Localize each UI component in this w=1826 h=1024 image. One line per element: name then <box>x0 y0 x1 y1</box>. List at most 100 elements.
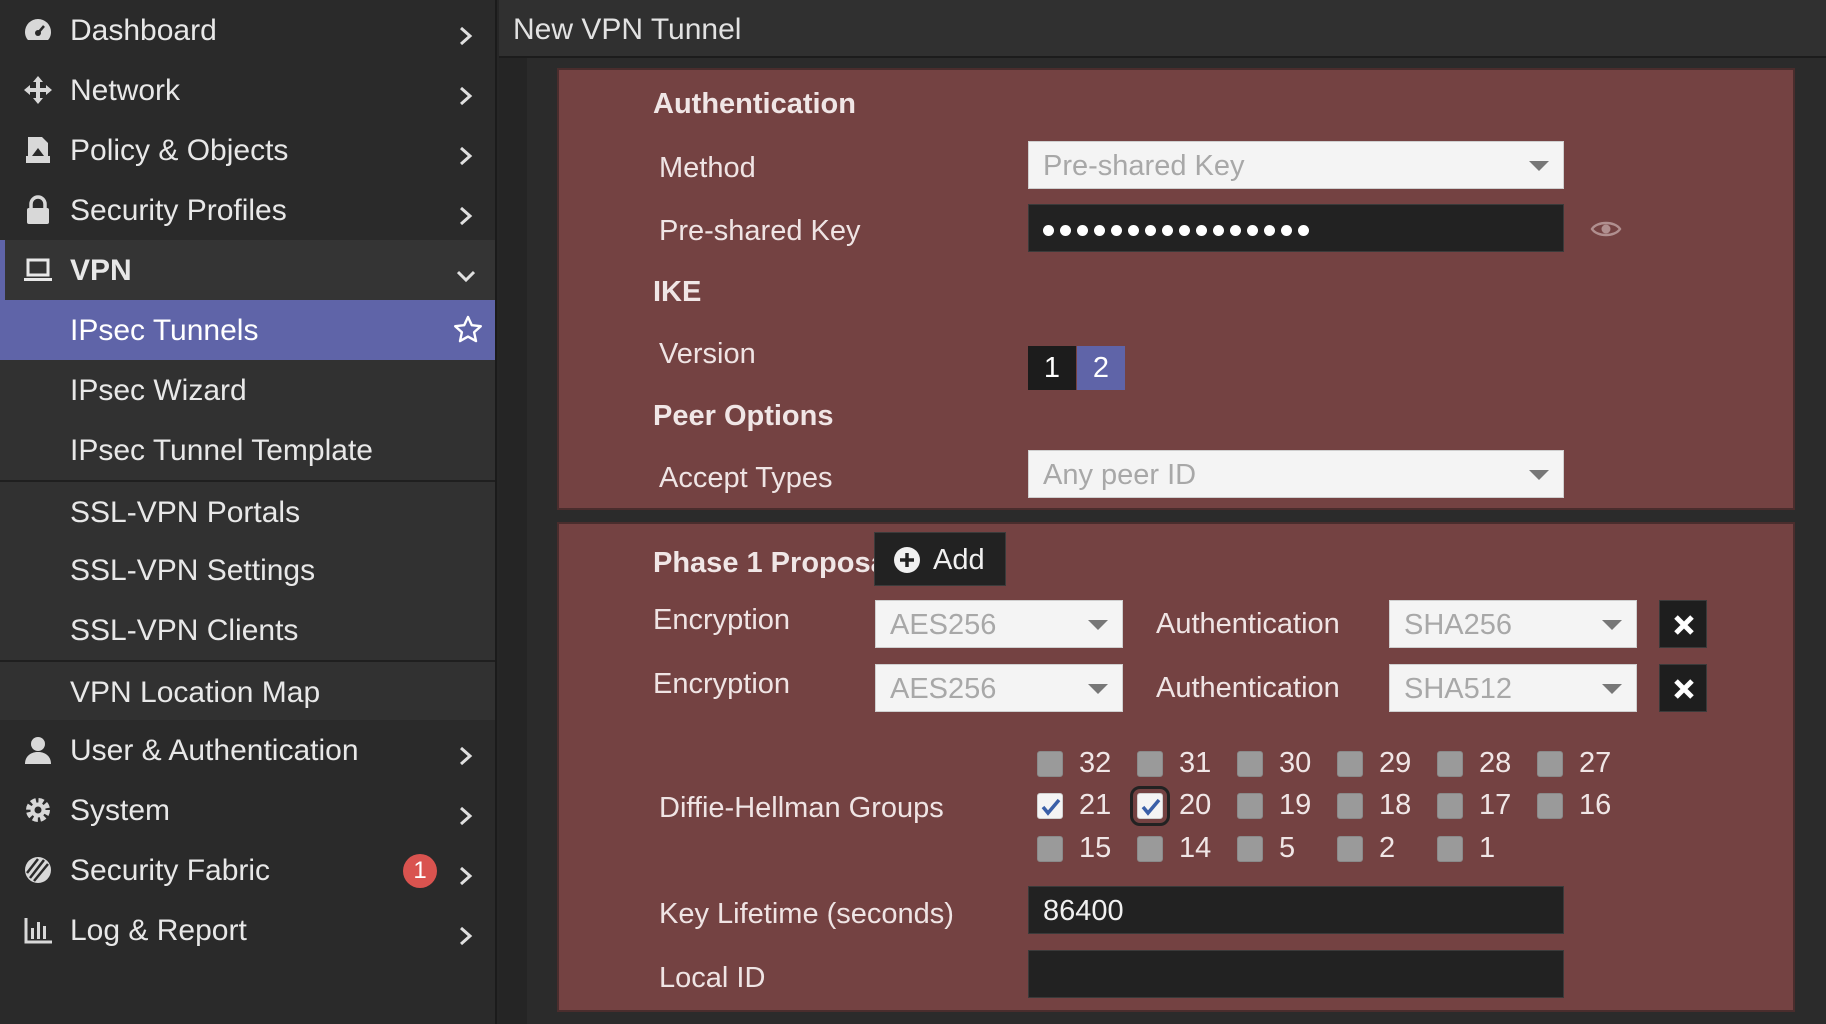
policy-document-icon <box>22 134 54 166</box>
dh-group-checkbox[interactable] <box>1337 836 1363 862</box>
key-lifetime-input[interactable]: 86400 <box>1028 886 1564 934</box>
accept-types-select-value: Any peer ID <box>1043 459 1197 491</box>
dh-group-checkbox[interactable] <box>1537 751 1563 777</box>
chevron-right-icon <box>457 860 475 886</box>
sidebar-item-label: System <box>70 794 171 827</box>
sidebar-subitem-vpn-location-map[interactable]: VPN Location Map <box>0 660 495 720</box>
sidebar-subitem-ssl-vpn-portals[interactable]: SSL-VPN Portals <box>0 480 495 540</box>
accept-types-select[interactable]: Any peer ID <box>1028 450 1564 498</box>
authentication-select-value: SHA512 <box>1404 673 1513 705</box>
sidebar-item-vpn[interactable]: VPN <box>0 240 495 300</box>
sidebar-subitem-ipsec-tunnel-template[interactable]: IPsec Tunnel Template <box>0 420 495 480</box>
dh-group-checkbox[interactable] <box>1437 836 1463 862</box>
accept-types-label: Accept Types <box>659 462 833 494</box>
chevron-down-icon <box>1602 684 1622 694</box>
authentication-select[interactable]: SHA256 <box>1389 600 1637 648</box>
add-proposal-button[interactable]: Add <box>874 532 1006 586</box>
peer-options-section-title: Peer Options <box>653 400 834 432</box>
dh-group-checkbox[interactable] <box>1437 751 1463 777</box>
dh-group-checkbox[interactable] <box>1037 751 1063 777</box>
method-select-value: Pre-shared Key <box>1043 150 1245 182</box>
dh-group-number: 29 <box>1379 747 1412 779</box>
dh-group-number: 15 <box>1079 832 1112 864</box>
sidebar-item-label: User & Authentication <box>70 734 359 767</box>
remove-proposal-button[interactable] <box>1659 600 1707 648</box>
dashboard-icon <box>22 14 54 46</box>
sidebar-item-policy-objects[interactable]: Policy & Objects <box>0 120 495 180</box>
chevron-right-icon <box>457 140 475 166</box>
sidebar-item-label: Dashboard <box>70 14 217 47</box>
sidebar-subitem-label: IPsec Wizard <box>70 374 247 407</box>
remove-proposal-button[interactable] <box>1659 664 1707 712</box>
sidebar-subitem-label: SSL-VPN Settings <box>70 554 316 587</box>
encryption-label: Encryption <box>653 604 791 636</box>
phase1-section-title: Phase 1 Proposal <box>653 547 895 579</box>
encryption-select[interactable]: AES256 <box>875 664 1123 712</box>
move-arrows-icon <box>22 74 54 106</box>
pre-shared-key-label: Pre-shared Key <box>659 215 861 247</box>
main-area: New VPN Tunnel Authentication Method Pre… <box>499 0 1826 1024</box>
authentication-label: Authentication <box>1156 672 1340 704</box>
sidebar-subitem-label: SSL-VPN Clients <box>70 614 299 647</box>
method-select[interactable]: Pre-shared Key <box>1028 141 1564 189</box>
sidebar-subitem-ssl-vpn-clients[interactable]: SSL-VPN Clients <box>0 600 495 660</box>
local-id-label: Local ID <box>659 962 766 994</box>
close-icon <box>1674 615 1694 635</box>
sidebar-item-label: VPN <box>70 254 132 287</box>
phase1-proposal-panel: Phase 1 Proposal Add Encryption AES256 A… <box>557 522 1795 1012</box>
add-proposal-label: Add <box>933 544 985 576</box>
sidebar-subitem-label: VPN Location Map <box>70 676 321 709</box>
dh-group-checkbox[interactable] <box>1337 751 1363 777</box>
sidebar-item-network[interactable]: Network <box>0 60 495 120</box>
dh-group-number: 16 <box>1579 789 1612 821</box>
dh-group-checkbox[interactable] <box>1137 751 1163 777</box>
chevron-down-icon <box>1088 684 1108 694</box>
authentication-panel: Authentication Method Pre-shared Key Pre… <box>557 68 1795 510</box>
chevron-down-icon <box>1529 470 1549 480</box>
key-lifetime-value: 86400 <box>1043 895 1124 927</box>
sidebar-item-log-report[interactable]: Log & Report <box>0 900 495 960</box>
chevron-down-icon <box>1529 161 1549 171</box>
sidebar-item-label: Network <box>70 74 181 107</box>
lock-icon <box>22 194 54 226</box>
chevron-right-icon <box>457 920 475 946</box>
dh-group-checkbox[interactable] <box>1237 793 1263 819</box>
sidebar-subitem-ipsec-wizard[interactable]: IPsec Wizard <box>0 360 495 420</box>
sidebar-item-label: Log & Report <box>70 914 247 947</box>
dh-group-number: 17 <box>1479 789 1512 821</box>
eye-icon[interactable] <box>1590 217 1622 241</box>
ike-version-1-button[interactable]: 1 <box>1028 346 1076 390</box>
pre-shared-key-input[interactable] <box>1028 204 1564 252</box>
masked-password <box>1043 225 1309 236</box>
ike-version-2-button[interactable]: 2 <box>1077 346 1125 390</box>
dh-group-checkbox[interactable] <box>1237 751 1263 777</box>
sidebar-subitem-ipsec-tunnels[interactable]: IPsec Tunnels <box>0 300 495 360</box>
dh-group-number: 21 <box>1079 789 1112 821</box>
dh-group-number: 19 <box>1279 789 1312 821</box>
sidebar-subitem-label: SSL-VPN Portals <box>70 496 301 529</box>
dh-group-checkbox[interactable] <box>1037 793 1063 819</box>
sidebar-subitem-ssl-vpn-settings[interactable]: SSL-VPN Settings <box>0 540 495 600</box>
dh-group-number: 14 <box>1179 832 1212 864</box>
sidebar-item-security-fabric[interactable]: Security Fabric 1 <box>0 840 495 900</box>
dh-group-number: 28 <box>1479 747 1512 779</box>
encryption-select[interactable]: AES256 <box>875 600 1123 648</box>
sidebar-item-system[interactable]: System <box>0 780 495 840</box>
sidebar-item-user-authentication[interactable]: User & Authentication <box>0 720 495 780</box>
dh-group-checkbox[interactable] <box>1337 793 1363 819</box>
dh-group-number: 32 <box>1079 747 1112 779</box>
dh-group-checkbox[interactable] <box>1437 793 1463 819</box>
dh-group-checkbox[interactable] <box>1137 836 1163 862</box>
dh-group-checkbox[interactable] <box>1037 836 1063 862</box>
authentication-label: Authentication <box>1156 608 1340 640</box>
dh-group-checkbox[interactable] <box>1237 836 1263 862</box>
dh-group-checkbox[interactable] <box>1537 793 1563 819</box>
sidebar-item-label: Security Fabric <box>70 854 271 887</box>
sidebar-item-security-profiles[interactable]: Security Profiles <box>0 180 495 240</box>
star-favorite-icon[interactable] <box>452 314 484 346</box>
authentication-select[interactable]: SHA512 <box>1389 664 1637 712</box>
sidebar-item-label: Security Profiles <box>70 194 287 227</box>
dh-group-checkbox[interactable] <box>1130 786 1170 826</box>
local-id-input[interactable] <box>1028 950 1564 998</box>
sidebar-item-dashboard[interactable]: Dashboard <box>0 0 495 60</box>
